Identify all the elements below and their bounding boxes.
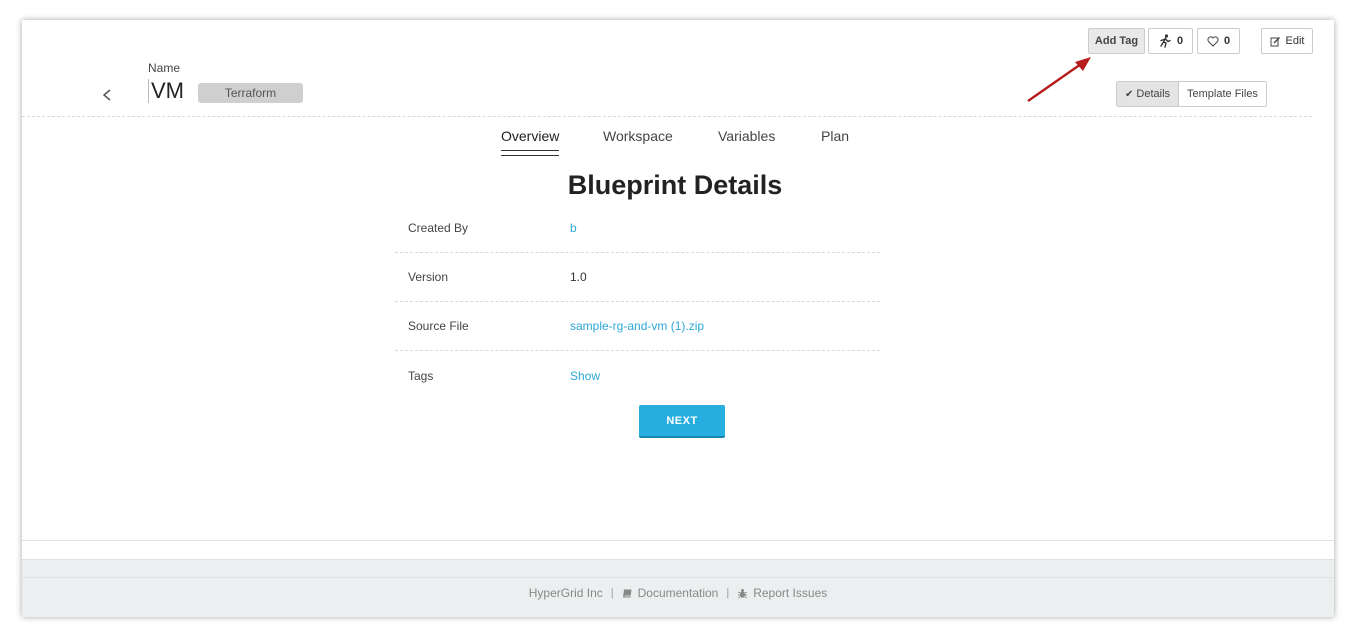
red-arrow-annotation bbox=[1027, 57, 1091, 102]
template-files-label: Template Files bbox=[1187, 88, 1258, 100]
edit-button[interactable]: Edit bbox=[1261, 28, 1313, 54]
tab-overview[interactable]: Overview bbox=[501, 128, 560, 156]
running-person-icon bbox=[1160, 34, 1171, 48]
edit-icon bbox=[1270, 36, 1280, 46]
like-count-button[interactable]: 0 bbox=[1197, 28, 1240, 54]
source-file-link[interactable]: sample-rg-and-vm (1).zip bbox=[570, 319, 704, 333]
company-name: HyperGrid Inc bbox=[528, 586, 603, 600]
run-count: 0 bbox=[1176, 35, 1184, 47]
table-row: Tags Show bbox=[395, 351, 880, 400]
tab-variables[interactable]: Variables bbox=[718, 128, 775, 144]
book-icon bbox=[622, 589, 632, 597]
template-files-toggle[interactable]: Template Files bbox=[1179, 82, 1266, 106]
add-tag-button[interactable]: Add Tag bbox=[1088, 28, 1145, 54]
version-label: Version bbox=[408, 270, 449, 284]
header-divider bbox=[22, 116, 1312, 117]
footer-inner-divider bbox=[22, 577, 1334, 578]
footer: HyperGrid Inc | Documentation | Report I… bbox=[22, 559, 1334, 617]
next-button[interactable]: NEXT bbox=[639, 405, 725, 438]
created-by-link[interactable]: b bbox=[570, 221, 577, 235]
footer-separator: | bbox=[726, 587, 730, 599]
edit-label: Edit bbox=[1285, 35, 1305, 47]
type-badge: Terraform bbox=[198, 83, 303, 103]
name-label: Name bbox=[148, 61, 181, 75]
created-by-label: Created By bbox=[408, 221, 469, 235]
tags-label: Tags bbox=[408, 368, 434, 383]
report-issues-link[interactable]: Report Issues bbox=[737, 586, 827, 600]
documentation-link[interactable]: Documentation bbox=[622, 586, 719, 600]
details-toggle-label: Details bbox=[1136, 88, 1171, 100]
add-tag-label: Add Tag bbox=[1094, 35, 1139, 47]
blueprint-name: VM bbox=[148, 79, 184, 103]
details-table: Created By b Version 1.0 Source File sam… bbox=[395, 204, 880, 400]
tab-plan[interactable]: Plan bbox=[821, 128, 849, 144]
table-row: Created By b bbox=[395, 204, 880, 253]
tab-workspace[interactable]: Workspace bbox=[603, 128, 673, 144]
view-toggle: ✔ Details Template Files bbox=[1116, 81, 1267, 107]
tags-show-link[interactable]: Show bbox=[570, 369, 600, 383]
heart-icon bbox=[1207, 35, 1219, 47]
chevron-left-icon[interactable] bbox=[100, 84, 114, 106]
table-row: Version 1.0 bbox=[395, 253, 880, 302]
like-count: 0 bbox=[1223, 35, 1231, 47]
footer-links: HyperGrid Inc | Documentation | Report I… bbox=[22, 586, 1334, 600]
tab-bar: Overview Workspace Variables Plan bbox=[22, 128, 1334, 158]
version-value: 1.0 bbox=[570, 270, 587, 284]
check-icon: ✔ bbox=[1125, 88, 1134, 100]
run-count-button[interactable]: 0 bbox=[1148, 28, 1193, 54]
page-title: Blueprint Details bbox=[567, 170, 783, 200]
source-file-label: Source File bbox=[408, 319, 469, 333]
details-toggle[interactable]: ✔ Details bbox=[1117, 82, 1180, 106]
report-issues-label: Report Issues bbox=[753, 586, 828, 600]
documentation-label: Documentation bbox=[637, 586, 719, 600]
footer-divider bbox=[22, 540, 1334, 541]
footer-separator: | bbox=[610, 587, 614, 599]
table-row: Source File sample-rg-and-vm (1).zip bbox=[395, 302, 880, 351]
bug-icon bbox=[738, 588, 748, 598]
blueprint-details-window: Name VM Terraform Add Tag 0 0 Edit ✔ Det… bbox=[22, 20, 1334, 617]
